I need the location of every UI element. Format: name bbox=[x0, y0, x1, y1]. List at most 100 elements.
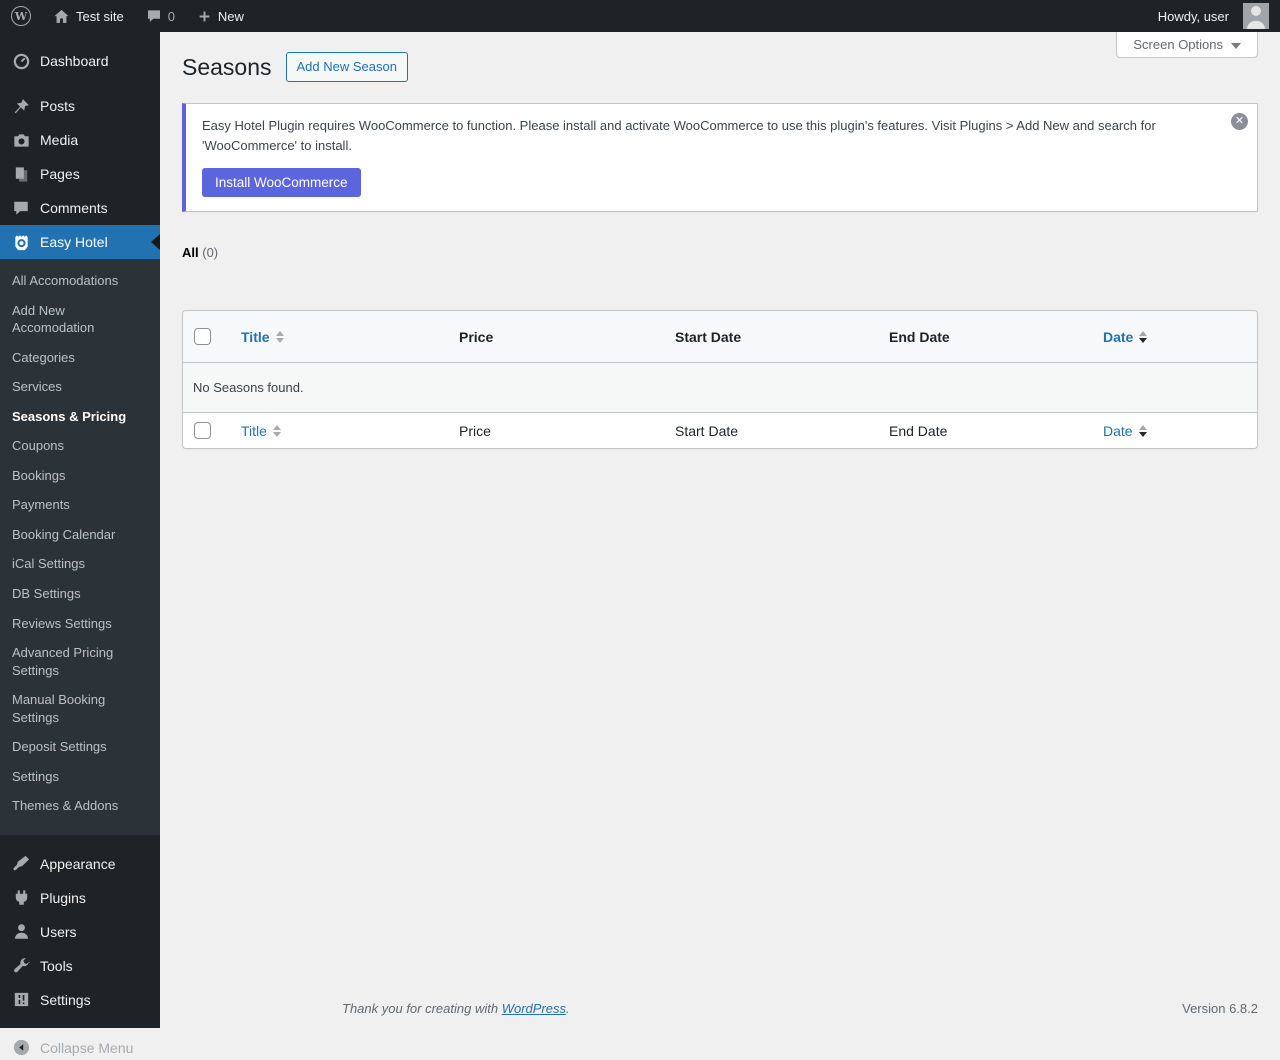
notice-message: Easy Hotel Plugin requires WooCommerce t… bbox=[202, 116, 1182, 156]
column-header-start-date: Start Date bbox=[665, 311, 879, 363]
submenu-item-manual-booking-settings[interactable]: Manual Booking Settings bbox=[0, 685, 160, 732]
menu-separator bbox=[0, 78, 160, 89]
submenu-item-bookings[interactable]: Bookings bbox=[0, 461, 160, 491]
screen-options-button[interactable]: Screen Options bbox=[1116, 32, 1258, 58]
submenu-item-coupons[interactable]: Coupons bbox=[0, 431, 160, 461]
wordpress-logo-menu[interactable]: W bbox=[0, 0, 42, 32]
sidebar-item-label: Plugins bbox=[40, 888, 86, 908]
sidebar-item-easy-hotel[interactable]: Easy Hotel bbox=[0, 225, 160, 259]
comments-shortcut[interactable]: 0 bbox=[135, 0, 186, 32]
filter-all-link[interactable]: All bbox=[182, 245, 199, 260]
sort-by-date-header[interactable]: Date bbox=[1103, 329, 1147, 345]
new-label: New bbox=[218, 9, 244, 24]
my-account-menu[interactable]: Howdy, user bbox=[1147, 0, 1280, 32]
column-header-price: Price bbox=[449, 311, 665, 363]
sidebar-item-label: Dashboard bbox=[40, 51, 109, 71]
submenu-item-reviews-settings[interactable]: Reviews Settings bbox=[0, 609, 160, 639]
comments-count: 0 bbox=[168, 9, 175, 24]
sort-arrows-icon bbox=[273, 425, 281, 437]
site-name-label: Test site bbox=[76, 9, 124, 24]
sidebar-item-dashboard[interactable]: Dashboard bbox=[0, 44, 160, 78]
sidebar-item-tools[interactable]: Tools bbox=[0, 949, 160, 983]
submenu-item-ical-settings[interactable]: iCal Settings bbox=[0, 549, 160, 579]
site-name-link[interactable]: Test site bbox=[42, 0, 135, 32]
column-label: Date bbox=[1103, 423, 1133, 439]
wordpress-link[interactable]: WordPress bbox=[502, 1001, 566, 1016]
wrench-icon bbox=[11, 956, 31, 976]
main-content: Screen Options Seasons Add New Season Ea… bbox=[160, 32, 1280, 1028]
dismiss-notice-icon[interactable]: ✕ bbox=[1231, 113, 1248, 130]
submenu-item-add-new-accomodation[interactable]: Add New Accomodation bbox=[0, 296, 160, 343]
pushpin-icon bbox=[11, 96, 31, 116]
admin-sidebar: Dashboard Posts Media Pages Comments bbox=[0, 32, 160, 1028]
sidebar-item-users[interactable]: Users bbox=[0, 915, 160, 949]
submenu-item-all-accomodations[interactable]: All Accomodations bbox=[0, 266, 160, 296]
select-all-checkbox-bottom[interactable] bbox=[194, 422, 211, 439]
column-label: Title bbox=[241, 423, 267, 439]
submenu-item-deposit-settings[interactable]: Deposit Settings bbox=[0, 732, 160, 762]
new-content-menu[interactable]: New bbox=[186, 0, 255, 32]
sliders-icon bbox=[11, 990, 31, 1010]
admin-bar: W Test site 0 New Howdy, user bbox=[0, 0, 1280, 32]
submenu-item-themes-addons[interactable]: Themes & Addons bbox=[0, 791, 160, 821]
install-woocommerce-button[interactable]: Install WooCommerce bbox=[202, 168, 361, 197]
column-footer-end-date: End Date bbox=[879, 413, 1093, 448]
version-label: Version 6.8.2 bbox=[1182, 1001, 1258, 1016]
submenu-item-payments[interactable]: Payments bbox=[0, 490, 160, 520]
empty-results-row: No Seasons found. bbox=[183, 363, 1257, 413]
comment-bubble-icon bbox=[11, 198, 31, 218]
submenu-item-categories[interactable]: Categories bbox=[0, 343, 160, 373]
camera-icon bbox=[11, 130, 31, 150]
sort-arrows-desc-icon bbox=[1139, 331, 1147, 343]
howdy-label: Howdy, user bbox=[1158, 9, 1229, 24]
sidebar-item-label: Tools bbox=[40, 956, 73, 976]
table-footer-row: Title Price Start Date End Date Date bbox=[183, 413, 1257, 448]
plug-icon bbox=[11, 888, 31, 908]
sidebar-item-label: Settings bbox=[40, 990, 91, 1010]
submenu-item-db-settings[interactable]: DB Settings bbox=[0, 579, 160, 609]
sidebar-item-label: Posts bbox=[40, 96, 75, 116]
submenu-item-settings[interactable]: Settings bbox=[0, 762, 160, 792]
submenu-item-services[interactable]: Services bbox=[0, 372, 160, 402]
column-header-end-date: End Date bbox=[879, 311, 1093, 363]
sort-by-date-footer[interactable]: Date bbox=[1103, 423, 1147, 439]
woocommerce-notice: Easy Hotel Plugin requires WooCommerce t… bbox=[182, 103, 1258, 212]
sidebar-item-label: Easy Hotel bbox=[40, 232, 108, 252]
home-icon bbox=[53, 8, 70, 25]
sidebar-item-settings[interactable]: Settings bbox=[0, 983, 160, 1017]
list-filter: All (0) bbox=[182, 245, 1258, 260]
current-menu-arrow-icon bbox=[151, 234, 160, 250]
avatar bbox=[1243, 3, 1269, 29]
sidebar-item-posts[interactable]: Posts bbox=[0, 89, 160, 123]
empty-message: No Seasons found. bbox=[183, 363, 1257, 413]
sidebar-item-pages[interactable]: Pages bbox=[0, 157, 160, 191]
add-new-season-button[interactable]: Add New Season bbox=[286, 52, 408, 82]
seasons-table: Title Price Start Date End Date Date bbox=[182, 310, 1258, 449]
comment-bubble-icon bbox=[146, 8, 162, 24]
sidebar-item-label: Pages bbox=[40, 164, 80, 184]
footer-thanks-text: Thank you for creating with WordPress. bbox=[342, 1001, 570, 1016]
easy-hotel-submenu: All Accomodations Add New Accomodation C… bbox=[0, 259, 160, 835]
pages-icon bbox=[11, 164, 31, 184]
page-title: Seasons bbox=[182, 47, 272, 87]
sidebar-item-label: Users bbox=[40, 922, 77, 942]
sort-arrows-icon bbox=[276, 331, 284, 343]
sidebar-item-comments[interactable]: Comments bbox=[0, 191, 160, 225]
sidebar-item-media[interactable]: Media bbox=[0, 123, 160, 157]
submenu-item-booking-calendar[interactable]: Booking Calendar bbox=[0, 520, 160, 550]
sidebar-item-plugins[interactable]: Plugins bbox=[0, 881, 160, 915]
wordpress-logo-icon: W bbox=[11, 6, 31, 26]
submenu-item-advanced-pricing-settings[interactable]: Advanced Pricing Settings bbox=[0, 638, 160, 685]
submenu-item-seasons-pricing[interactable]: Seasons & Pricing bbox=[0, 402, 160, 432]
sidebar-item-label: Media bbox=[40, 130, 78, 150]
sidebar-item-appearance[interactable]: Appearance bbox=[0, 847, 160, 881]
select-all-checkbox[interactable] bbox=[194, 328, 211, 345]
filter-all-count: (0) bbox=[202, 245, 218, 260]
column-label: Title bbox=[241, 329, 270, 345]
sidebar-item-label: Comments bbox=[40, 198, 108, 218]
sort-by-title-footer[interactable]: Title bbox=[241, 423, 281, 439]
user-icon bbox=[11, 922, 31, 942]
table-header-row: Title Price Start Date End Date Date bbox=[183, 311, 1257, 363]
column-footer-start-date: Start Date bbox=[665, 413, 879, 448]
sort-by-title-header[interactable]: Title bbox=[241, 329, 284, 345]
